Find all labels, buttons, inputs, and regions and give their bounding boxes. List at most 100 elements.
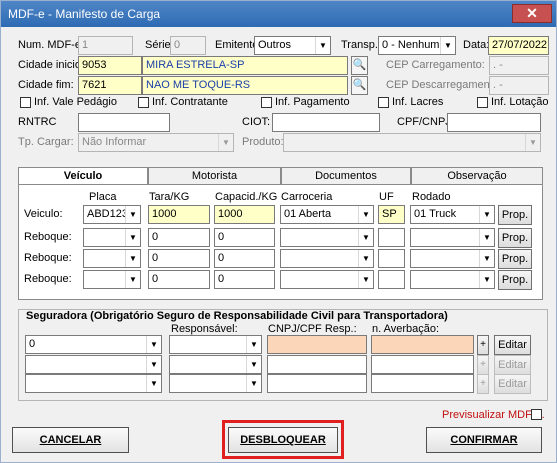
- carroceria-select[interactable]: ▼: [280, 228, 374, 247]
- add-averbacao-button[interactable]: +: [477, 335, 489, 355]
- responsavel-select[interactable]: ▼: [169, 335, 262, 354]
- capac-field[interactable]: 0: [214, 249, 275, 268]
- close-button[interactable]: ✕: [512, 4, 552, 23]
- chevron-down-icon: ▼: [125, 229, 140, 246]
- seguradora-select[interactable]: ▼: [25, 374, 162, 393]
- seguradora-select[interactable]: ▼: [25, 355, 162, 374]
- carroceria-select[interactable]: ▼: [280, 249, 374, 268]
- rodado-select[interactable]: 01 Truck ▼: [410, 205, 495, 224]
- cnpj-resp-field[interactable]: [267, 335, 367, 354]
- averbacao-label: n. Averbação:: [372, 323, 440, 335]
- prop-button[interactable]: Prop.: [498, 270, 532, 290]
- window-title: MDF-e - Manifesto de Carga: [8, 7, 161, 21]
- lotacao-checkbox[interactable]: [477, 97, 488, 108]
- previsualizar-checkbox[interactable]: [531, 409, 542, 420]
- cidade-fim-code[interactable]: 7621: [78, 76, 142, 95]
- cnpj-resp-field[interactable]: [267, 355, 367, 374]
- uf-field[interactable]: [378, 249, 405, 268]
- rodado-select[interactable]: ▼: [410, 249, 495, 268]
- chevron-down-icon: ▼: [125, 271, 140, 288]
- chevron-down-icon: ▼: [358, 229, 373, 246]
- cidade-fim-label: Cidade fim:: [18, 79, 74, 91]
- tara-field[interactable]: 0: [148, 249, 210, 268]
- cidade-inicio-code[interactable]: 9053: [78, 56, 142, 75]
- chevron-down-icon: ▼: [479, 229, 494, 246]
- confirmar-button[interactable]: CONFIRMAR: [426, 427, 542, 453]
- tara-field[interactable]: 0: [148, 270, 210, 289]
- cnpj-resp-label: CNPJ/CPF Resp.:: [268, 323, 357, 335]
- responsavel-select[interactable]: ▼: [169, 374, 262, 393]
- pagamento-checkbox[interactable]: [261, 97, 272, 108]
- produto-select[interactable]: ▼: [283, 133, 541, 152]
- add-averbacao-button[interactable]: +: [477, 374, 489, 394]
- chevron-down-icon: ▼: [246, 375, 261, 392]
- rodado-select[interactable]: ▼: [410, 228, 495, 247]
- transp-select[interactable]: 0 - Nenhum ▼: [378, 36, 456, 55]
- cep-carregamento-field[interactable]: . -: [489, 56, 549, 75]
- rodado-select[interactable]: ▼: [410, 270, 495, 289]
- seguradora-select[interactable]: 0 ▼: [25, 335, 162, 354]
- emitente-select[interactable]: Outros ▼: [254, 36, 331, 55]
- placa-select[interactable]: ABD1234 ▼: [83, 205, 141, 224]
- carroceria-select[interactable]: 01 Aberta ▼: [280, 205, 374, 224]
- capac-field[interactable]: 0: [214, 270, 275, 289]
- editar-button[interactable]: Editar: [494, 374, 531, 394]
- tara-field[interactable]: 1000: [148, 205, 210, 224]
- rntrc-field[interactable]: [78, 113, 170, 132]
- produto-label: Produto:: [242, 136, 284, 148]
- tab-documentos[interactable]: Documentos: [281, 167, 411, 185]
- num-mdfe-label: Num. MDF-e:: [18, 39, 84, 51]
- cidade-inicio-name[interactable]: MIRA ESTRELA-SP: [142, 56, 348, 75]
- placa-select[interactable]: ▼: [83, 228, 141, 247]
- vale-pedagio-label: Inf. Vale Pedágio: [34, 96, 117, 108]
- vale-pedagio-checkbox[interactable]: [20, 97, 31, 108]
- lacres-checkbox[interactable]: [378, 97, 389, 108]
- search-icon[interactable]: 🔍: [351, 76, 368, 95]
- cidade-fim-name[interactable]: NAO ME TOQUE-RS: [142, 76, 348, 95]
- data-field[interactable]: 27/07/2022: [488, 36, 549, 55]
- cpf-cnpj-field[interactable]: [447, 113, 541, 132]
- carroceria-select[interactable]: ▼: [280, 270, 374, 289]
- desbloquear-button[interactable]: DESBLOQUEAR: [228, 427, 338, 453]
- carroceria-header: Carroceria: [281, 191, 333, 203]
- averbacao-field[interactable]: [371, 374, 474, 393]
- capac-field[interactable]: 0: [214, 228, 275, 247]
- uf-field[interactable]: [378, 228, 405, 247]
- cidade-inicio-label: Cidade inicio:: [18, 59, 85, 71]
- reboque-row-label: Reboque:: [24, 252, 72, 264]
- cep-descarregamento-field[interactable]: . -: [489, 76, 549, 95]
- placa-select[interactable]: ▼: [83, 270, 141, 289]
- chevron-down-icon: ▼: [358, 250, 373, 267]
- ciot-field[interactable]: [272, 113, 380, 132]
- responsavel-label: Responsável:: [171, 323, 238, 335]
- cnpj-resp-field[interactable]: [267, 374, 367, 393]
- averbacao-field[interactable]: [371, 355, 474, 374]
- tab-observacao[interactable]: Observação: [411, 167, 543, 185]
- search-icon[interactable]: 🔍: [351, 56, 368, 75]
- tp-cargar-select[interactable]: Não Informar ▼: [78, 133, 234, 152]
- chevron-down-icon: ▼: [315, 37, 330, 54]
- uf-field[interactable]: SP: [378, 205, 405, 224]
- cancelar-button[interactable]: CANCELAR: [12, 427, 129, 453]
- chevron-down-icon: ▼: [246, 336, 261, 353]
- contratante-checkbox[interactable]: [138, 97, 149, 108]
- editar-button[interactable]: Editar: [494, 335, 531, 355]
- tp-cargar-label: Tp. Cargar:: [18, 136, 74, 148]
- responsavel-select[interactable]: ▼: [169, 355, 262, 374]
- tab-motorista[interactable]: Motorista: [148, 167, 281, 185]
- editar-button[interactable]: Editar: [494, 355, 531, 375]
- prop-button[interactable]: Prop.: [498, 249, 532, 269]
- averbacao-field[interactable]: [371, 335, 474, 354]
- data-label: Data:: [463, 39, 490, 51]
- prop-button[interactable]: Prop.: [498, 228, 532, 248]
- capac-field[interactable]: 1000: [214, 205, 275, 224]
- uf-field[interactable]: [378, 270, 405, 289]
- placa-select[interactable]: ▼: [83, 249, 141, 268]
- tara-field[interactable]: 0: [148, 228, 210, 247]
- capac-header: Capacid./KG: [215, 191, 278, 203]
- add-averbacao-button[interactable]: +: [477, 355, 489, 375]
- serie-field[interactable]: 0: [170, 36, 206, 55]
- num-mdfe-field[interactable]: 1: [78, 36, 133, 55]
- prop-button[interactable]: Prop.: [498, 205, 532, 225]
- previsualizar-label: Previsualizar MDF-e.: [442, 409, 545, 421]
